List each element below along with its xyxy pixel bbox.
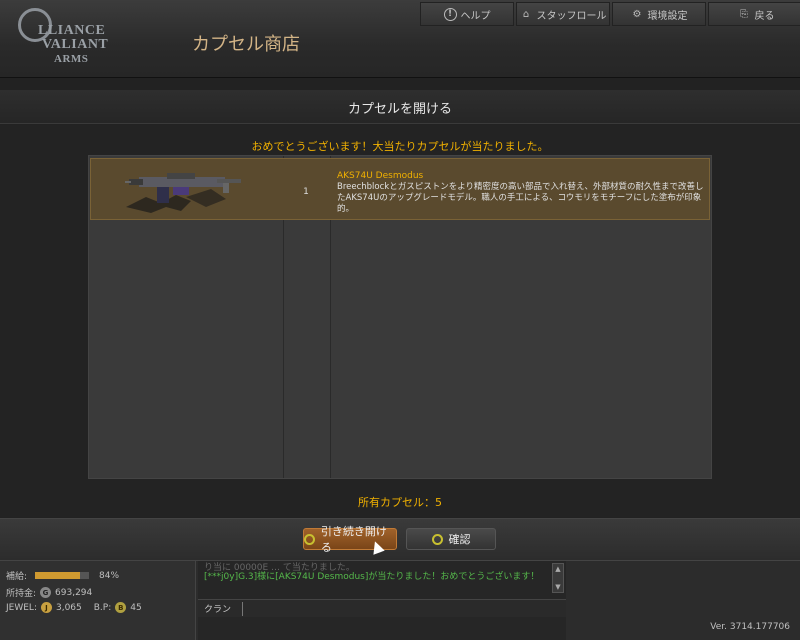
top-nav: ! ヘルプ ⌂ スタッフロール ⚙ 環境設定 ⎘ 戻る: [420, 2, 800, 26]
weapon-image: [125, 173, 241, 213]
confirm-button[interactable]: 確認: [406, 528, 496, 550]
item-description: Breechblockとガスピストンをより精密度の高い部品で入れ替え、外部材質の…: [337, 182, 704, 214]
scroll-down-icon[interactable]: ▼: [553, 582, 563, 592]
ring-icon: [431, 533, 443, 545]
money-value: 693,294: [55, 587, 93, 598]
money-label: 所持金:: [6, 589, 37, 599]
nav-back-label: 戻る: [754, 10, 775, 22]
chat-input[interactable]: [242, 602, 558, 616]
logo-line-3: ARMS: [54, 53, 89, 65]
chat-message: [***j0y]G.3]様に[AKS74U Desmodus]が当たりました！お…: [204, 572, 540, 582]
reward-table: 1 AKS74U Desmodus Breechblockとガスピストンをより精…: [88, 155, 712, 479]
exit-icon: ⎘: [740, 8, 748, 20]
nav-help-button[interactable]: ! ヘルプ: [420, 2, 514, 26]
dialog-header: カプセルを開ける: [0, 90, 800, 124]
status-panel: 補給: 84% 所持金: G 693,294 JEWEL: J 3,065 B.…: [0, 560, 800, 640]
jewel-row: JEWEL: J 3,065 B.P: B 45: [6, 602, 142, 613]
jewel-value: 3,065: [55, 602, 82, 613]
gear-icon: ⚙: [632, 8, 642, 20]
nav-back-button[interactable]: ⎘ 戻る: [708, 2, 800, 26]
action-bar: 引き続き開ける 確認: [0, 518, 800, 560]
logo-line-1: LLIANCE: [38, 23, 106, 38]
top-bar: LLIANCE VALIANT ARMS カプセル商店 ! ヘルプ ⌂ スタッフ…: [0, 0, 800, 78]
supply-label: 補給:: [6, 572, 28, 582]
chat-channel-button[interactable]: クラン: [204, 602, 231, 615]
scroll-up-icon[interactable]: ▲: [553, 564, 563, 574]
jewel-coin-icon: J: [40, 602, 52, 613]
nav-staff-roll-label: スタッフロール: [536, 10, 607, 22]
chat-scrollbar[interactable]: ▲ ▼: [552, 563, 564, 593]
jewel-label: JEWEL:: [6, 602, 37, 613]
chat-input-row: クラン: [198, 599, 566, 617]
nav-settings-label: 環境設定: [647, 10, 688, 22]
chat-panel: り当に 00000E … て当たりました。 [***j0y]G.3]様に[AKS…: [198, 561, 566, 640]
game-window: LLIANCE VALIANT ARMS カプセル商店 ! ヘルプ ⌂ スタッフ…: [0, 0, 800, 640]
money-row: 所持金: G 693,294: [6, 586, 92, 599]
owned-capsule-count: 所有カプセル：5: [358, 496, 442, 509]
item-quantity: 1: [303, 187, 309, 197]
logo-line-2: VALIANT: [42, 37, 109, 52]
page-title: カプセル商店: [192, 34, 300, 55]
supply-percent: 84%: [99, 570, 120, 581]
game-logo: LLIANCE VALIANT ARMS: [18, 8, 128, 70]
confirm-label: 確認: [448, 533, 471, 546]
version-label: Ver. 3714.177706: [710, 622, 790, 632]
ring-icon: [304, 533, 315, 545]
home-icon: ⌂: [522, 8, 530, 20]
bp-coin-icon: B: [115, 602, 127, 613]
bp-label: B.P:: [93, 602, 112, 613]
nav-settings-button[interactable]: ⚙ 環境設定: [612, 2, 706, 26]
item-name: AKS74U Desmodus: [337, 171, 424, 181]
bp-value: 45: [130, 602, 142, 613]
supply-row: 補給: 84%: [6, 569, 120, 583]
nav-staff-roll-button[interactable]: ⌂ スタッフロール: [516, 2, 610, 26]
gp-coin-icon: G: [40, 587, 52, 598]
supply-bar: [35, 572, 90, 579]
nav-help-label: ヘルプ: [460, 10, 491, 22]
dialog-title: カプセルを開ける: [347, 102, 452, 117]
congrats-message: おめでとうございます！大当たりカプセルが当たりました。: [251, 140, 549, 153]
player-stats: 補給: 84% 所持金: G 693,294 JEWEL: J 3,065 B.…: [0, 561, 196, 640]
supply-bar-fill: [35, 572, 81, 579]
help-icon: !: [443, 7, 457, 21]
table-row[interactable]: 1 AKS74U Desmodus Breechblockとガスピストンをより精…: [90, 158, 710, 220]
